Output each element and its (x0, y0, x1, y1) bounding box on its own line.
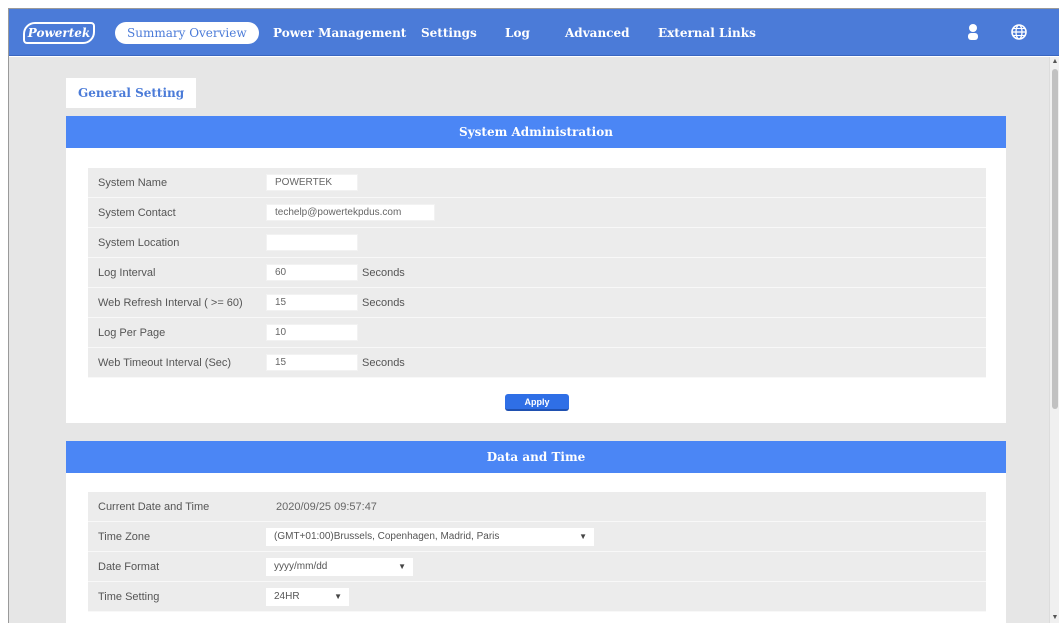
top-navigation-bar: Powertek Summary Overview Power Manageme… (9, 9, 1059, 56)
label-system-contact: System Contact (98, 207, 176, 219)
row-time-setting: Time Setting 24HR ▼ (88, 582, 986, 612)
vertical-scrollbar[interactable]: ▲ ▼ (1049, 57, 1059, 623)
label-date-format: Date Format (98, 561, 160, 573)
row-log-per-page: Log Per Page 10 (88, 318, 986, 348)
browser-frame: Powertek Summary Overview Power Manageme… (8, 8, 1059, 623)
time-zone-select[interactable]: (GMT+01:00)Brussels, Copenhagen, Madrid,… (266, 528, 594, 546)
scroll-up-icon[interactable]: ▲ (1051, 58, 1059, 66)
system-contact-input[interactable]: techelp@powertekpdus.com (266, 204, 435, 221)
time-zone-selected-value: (GMT+01:00)Brussels, Copenhagen, Madrid,… (274, 531, 500, 542)
nav-advanced[interactable]: Advanced (565, 22, 630, 44)
row-date-format: Date Format yyyy/mm/dd ▼ (88, 552, 986, 582)
powertek-logo[interactable]: Powertek (23, 22, 95, 44)
date-format-select[interactable]: yyyy/mm/dd ▼ (266, 558, 413, 576)
label-time-zone: Time Zone (98, 531, 151, 543)
log-per-page-input[interactable]: 10 (266, 324, 358, 341)
label-log-interval: Log Interval (98, 267, 156, 279)
system-admin-rows: System Name POWERTEK System Contact tech… (88, 168, 986, 378)
system-administration-panel: System Administration System Name POWERT… (66, 116, 1006, 423)
label-system-location: System Location (98, 237, 180, 249)
log-interval-input[interactable]: 60 (266, 264, 358, 281)
time-setting-selected-value: 24HR (274, 591, 300, 602)
panel-title-system-administration: System Administration (66, 116, 1006, 148)
log-interval-unit: Seconds (362, 267, 405, 279)
label-web-timeout-interval: Web Timeout Interval (Sec) (98, 357, 232, 369)
time-setting-select[interactable]: 24HR ▼ (266, 588, 349, 606)
nav-external-links[interactable]: External Links (658, 22, 756, 44)
label-time-setting: Time Setting (98, 591, 160, 603)
label-system-name: System Name (98, 177, 168, 189)
scroll-thumb[interactable] (1052, 69, 1058, 409)
nav-power-management[interactable]: Power Management (273, 22, 406, 44)
nav-settings[interactable]: Settings (421, 22, 477, 44)
row-system-contact: System Contact techelp@powertekpdus.com (88, 198, 986, 228)
chevron-down-icon: ▼ (398, 562, 406, 571)
system-name-input[interactable]: POWERTEK (266, 174, 358, 191)
date-format-selected-value: yyyy/mm/dd (274, 561, 328, 572)
scroll-down-icon[interactable]: ▼ (1051, 614, 1059, 622)
label-log-per-page: Log Per Page (98, 327, 166, 339)
globe-icon[interactable] (1010, 23, 1028, 41)
nav-log[interactable]: Log (505, 22, 530, 44)
row-current-date-time: Current Date and Time 2020/09/25 09:57:4… (88, 492, 986, 522)
row-system-name: System Name POWERTEK (88, 168, 986, 198)
tab-general-setting[interactable]: General Setting (66, 78, 197, 108)
web-timeout-interval-input[interactable]: 15 (266, 354, 358, 371)
chevron-down-icon: ▼ (579, 532, 587, 541)
date-time-panel: Data and Time Current Date and Time 2020… (66, 441, 1006, 623)
row-web-refresh-interval: Web Refresh Interval ( >= 60) 15 Seconds (88, 288, 986, 318)
current-date-time-value: 2020/09/25 09:57:47 (276, 501, 377, 513)
label-current-date-time: Current Date and Time (98, 501, 210, 513)
row-system-location: System Location (88, 228, 986, 258)
date-time-rows: Current Date and Time 2020/09/25 09:57:4… (88, 492, 986, 612)
row-log-interval: Log Interval 60 Seconds (88, 258, 986, 288)
label-web-refresh-interval: Web Refresh Interval ( >= 60) (98, 297, 243, 309)
nav-summary-overview[interactable]: Summary Overview (115, 22, 259, 44)
web-refresh-interval-unit: Seconds (362, 297, 405, 309)
row-time-zone: Time Zone (GMT+01:00)Brussels, Copenhage… (88, 522, 986, 552)
system-location-input[interactable] (266, 234, 358, 251)
panel-title-data-and-time: Data and Time (66, 441, 1006, 473)
chevron-down-icon: ▼ (334, 592, 342, 601)
user-icon[interactable] (964, 23, 982, 41)
row-web-timeout-interval: Web Timeout Interval (Sec) 15 Seconds (88, 348, 986, 378)
web-refresh-interval-input[interactable]: 15 (266, 294, 358, 311)
web-timeout-interval-unit: Seconds (362, 357, 405, 369)
apply-button[interactable]: Apply (505, 394, 569, 411)
main-content: General Setting System Administration Sy… (9, 57, 1050, 623)
